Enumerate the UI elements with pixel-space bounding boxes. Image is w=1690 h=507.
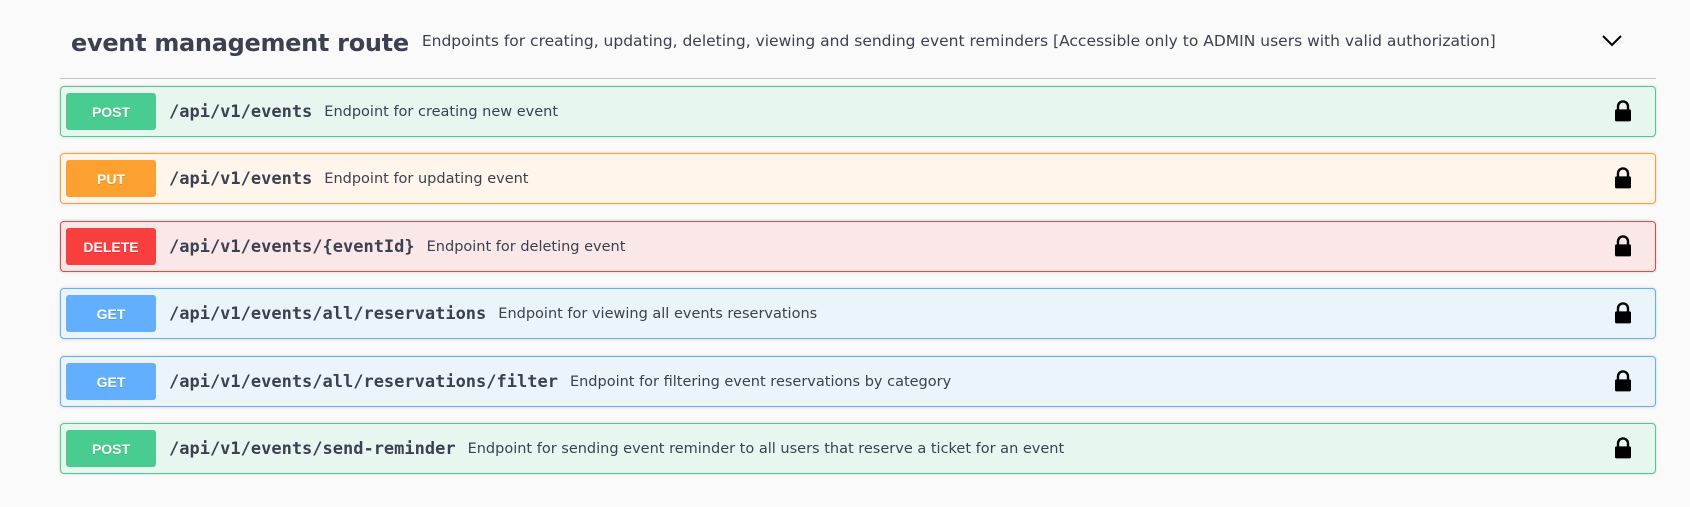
lock-icon[interactable]	[1614, 234, 1632, 256]
tag-name: event management route	[71, 29, 409, 57]
operation-summary: Endpoint for creating new event	[324, 103, 559, 120]
method-badge: DELETE	[66, 228, 156, 265]
operation-summary: Endpoint for updating event	[324, 170, 529, 187]
method-badge: GET	[66, 295, 156, 332]
method-badge: PUT	[66, 160, 156, 197]
lock-icon[interactable]	[1614, 99, 1632, 121]
lock-icon[interactable]	[1614, 369, 1632, 391]
operation-summary: Endpoint for deleting event	[426, 238, 626, 255]
operation-summary: Endpoint for sending event reminder to a…	[467, 440, 1065, 457]
operation-path: /api/v1/events/send-reminder	[169, 438, 456, 459]
operation-row-get-reservations[interactable]: GET /api/v1/events/all/reservations Endp…	[60, 288, 1656, 339]
operation-path: /api/v1/events/all/reservations/filter	[169, 371, 558, 392]
operation-summary: Endpoint for viewing all events reservat…	[498, 305, 818, 322]
operation-path: /api/v1/events/all/reservations	[169, 303, 487, 324]
operation-path: /api/v1/events	[169, 168, 313, 189]
operation-row-post-events[interactable]: POST /api/v1/events Endpoint for creatin…	[60, 86, 1656, 137]
method-badge: POST	[66, 93, 156, 130]
operation-row-get-reservations-filter[interactable]: GET /api/v1/events/all/reservations/filt…	[60, 356, 1656, 407]
lock-icon[interactable]	[1614, 166, 1632, 188]
method-badge: GET	[66, 363, 156, 400]
method-badge: POST	[66, 430, 156, 467]
operation-path: /api/v1/events/{eventId}	[169, 236, 415, 257]
operation-summary: Endpoint for filtering event reservation…	[569, 373, 952, 390]
lock-icon[interactable]	[1614, 301, 1632, 323]
swagger-tag-section: event management route Endpoints for cre…	[0, 0, 1690, 507]
operation-row-post-send-reminder[interactable]: POST /api/v1/events/send-reminder Endpoi…	[60, 423, 1656, 474]
operation-row-delete-event[interactable]: DELETE /api/v1/events/{eventId} Endpoint…	[60, 221, 1656, 272]
operation-path: /api/v1/events	[169, 101, 313, 122]
operation-row-put-events[interactable]: PUT /api/v1/events Endpoint for updating…	[60, 153, 1656, 204]
chevron-down-icon[interactable]	[1600, 28, 1624, 52]
tag-description: Endpoints for creating, updating, deleti…	[421, 32, 1496, 50]
lock-icon[interactable]	[1614, 436, 1632, 458]
tag-header[interactable]: event management route Endpoints for cre…	[60, 0, 1656, 79]
